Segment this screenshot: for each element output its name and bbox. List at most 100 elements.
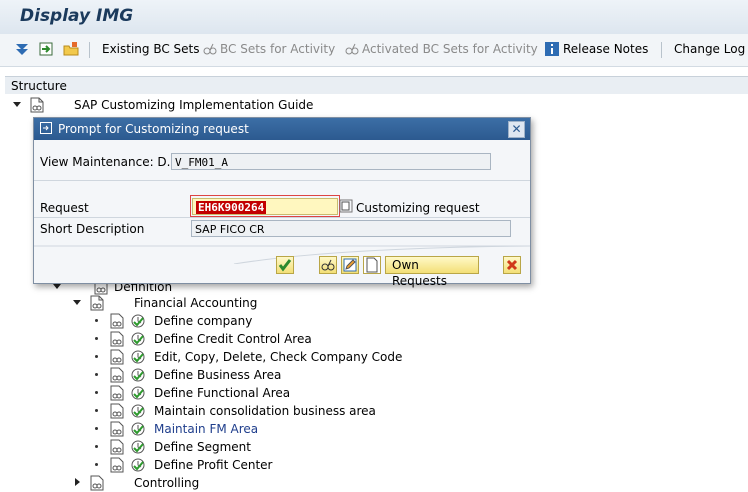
document-icon[interactable] <box>110 403 124 419</box>
new-request-button[interactable] <box>363 256 381 274</box>
folder-icon[interactable] <box>63 41 79 57</box>
tree-item-label: Define Credit Control Area <box>154 332 312 346</box>
bullet <box>95 463 98 466</box>
tree-item-label: Edit, Copy, Delete, Check Company Code <box>154 350 403 364</box>
dialog-title-bar: Prompt for Customizing request ✕ <box>34 118 530 140</box>
bullet <box>95 391 98 394</box>
create-request-icon[interactable] <box>339 199 353 213</box>
execute-clock-icon[interactable] <box>130 403 146 419</box>
request-type-label: Customizing request <box>356 201 480 215</box>
tree-item-label: Define Business Area <box>154 368 282 382</box>
bullet <box>95 445 98 448</box>
tree-node-label: SAP Customizing Implementation Guide <box>74 98 314 112</box>
tree-item-label: Define company <box>154 314 253 328</box>
own-requests-button[interactable]: Own Requests <box>385 256 479 288</box>
tree-item-label: Define Profit Center <box>154 458 273 472</box>
execute-clock-icon[interactable] <box>130 439 146 455</box>
document-icon[interactable] <box>110 367 124 383</box>
document-icon[interactable] <box>110 313 124 329</box>
document-icon <box>90 295 104 311</box>
dialog-body: View Maintenance: D... V_FM01_A Request … <box>34 140 530 288</box>
customizing-request-dialog: Prompt for Customizing request ✕ View Ma… <box>33 117 531 288</box>
bullet <box>95 373 98 376</box>
select-request-button[interactable] <box>341 256 359 274</box>
document-icon <box>90 475 104 491</box>
tree-item-label: Define Segment <box>154 440 251 454</box>
bc-sets-glasses-icon <box>203 43 217 55</box>
collapse-arrow-icon[interactable] <box>75 478 80 486</box>
existing-bc-sets-button[interactable]: Existing BC Sets <box>102 42 200 56</box>
execute-clock-icon[interactable] <box>130 367 146 383</box>
execute-clock-icon[interactable] <box>130 331 146 347</box>
request-input[interactable]: EH6K900264 <box>192 198 338 215</box>
tree-item-selected[interactable]: Maintain FM Area <box>0 420 700 438</box>
bullet <box>95 319 98 322</box>
bullet <box>95 409 98 412</box>
toolbar-separator <box>661 42 662 58</box>
tree-item[interactable]: Define Segment <box>0 438 700 456</box>
tree-item-label: Define Functional Area <box>154 386 291 400</box>
view-maintenance-label: View Maintenance: D... <box>40 155 179 169</box>
activated-bc-sets-glasses-icon <box>345 43 359 55</box>
tree-node-financial-accounting[interactable]: Financial Accounting <box>0 294 700 312</box>
expand-arrow-icon[interactable] <box>73 300 81 305</box>
dialog-title: Prompt for Customizing request <box>58 122 249 136</box>
position-icon[interactable] <box>38 41 54 57</box>
application-toolbar: Existing BC Sets BC Sets for Activity Ac… <box>0 34 748 67</box>
execute-clock-icon[interactable] <box>130 421 146 437</box>
bullet <box>95 427 98 430</box>
tree-item[interactable]: Define Business Area <box>0 366 700 384</box>
document-icon[interactable] <box>110 439 124 455</box>
title-bar: Display IMG <box>0 0 748 34</box>
toolbar-separator <box>89 42 90 58</box>
structure-header-label: Structure <box>11 79 67 93</box>
request-label: Request <box>40 201 89 215</box>
glasses-button[interactable] <box>319 256 337 274</box>
tree-item-label: Maintain FM Area <box>154 422 259 436</box>
document-icon[interactable] <box>110 385 124 401</box>
new-document-icon <box>366 257 378 273</box>
release-notes-button[interactable]: Release Notes <box>563 42 648 56</box>
checkmark-icon <box>278 259 292 272</box>
document-icon[interactable] <box>110 349 124 365</box>
pencil-icon <box>343 258 357 272</box>
cancel-x-icon <box>506 259 518 271</box>
dialog-window-icon <box>40 122 52 134</box>
confirm-button[interactable] <box>276 256 294 274</box>
bullet <box>95 337 98 340</box>
tree-item[interactable]: Edit, Copy, Delete, Check Company Code <box>0 348 700 366</box>
tree-item[interactable]: Define Functional Area <box>0 384 700 402</box>
tree-node-root[interactable]: SAP Customizing Implementation Guide <box>0 96 700 114</box>
expand-subtree-icon[interactable] <box>14 41 30 57</box>
execute-clock-icon[interactable] <box>130 457 146 473</box>
cancel-button[interactable] <box>503 256 521 274</box>
tree-item[interactable]: Maintain consolidation business area <box>0 402 700 420</box>
tree-node-controlling[interactable]: Controlling <box>0 474 700 492</box>
tree-item[interactable]: Define company <box>0 312 700 330</box>
structure-header: Structure <box>5 76 748 96</box>
expand-arrow-icon[interactable] <box>53 284 61 289</box>
activated-bc-sets-button[interactable]: Activated BC Sets for Activity <box>362 42 538 56</box>
tree-item[interactable]: Define Credit Control Area <box>0 330 700 348</box>
document-icon[interactable] <box>110 331 124 347</box>
document-icon[interactable] <box>110 421 124 437</box>
tree-node-label: Financial Accounting <box>134 296 258 310</box>
tree-item-label: Maintain consolidation business area <box>154 404 376 418</box>
tree-node-label: Controlling <box>134 476 200 490</box>
view-maintenance-field: V_FM01_A <box>171 153 491 170</box>
dialog-divider <box>34 180 530 181</box>
dialog-divider <box>34 217 530 218</box>
change-log-button[interactable]: Change Log <box>674 42 745 56</box>
execute-clock-icon[interactable] <box>130 349 146 365</box>
bc-sets-for-activity-button[interactable]: BC Sets for Activity <box>220 42 335 56</box>
info-icon <box>545 42 559 56</box>
execute-clock-icon[interactable] <box>130 385 146 401</box>
tree-item[interactable]: Define Profit Center <box>0 456 700 474</box>
expand-arrow-icon[interactable] <box>13 102 21 107</box>
short-description-row: Short Description SAP FICO CR <box>34 219 530 239</box>
document-icon[interactable] <box>110 457 124 473</box>
execute-clock-icon[interactable] <box>130 313 146 329</box>
document-icon <box>30 97 44 113</box>
close-button[interactable]: ✕ <box>508 121 525 138</box>
glasses-icon <box>321 259 335 271</box>
